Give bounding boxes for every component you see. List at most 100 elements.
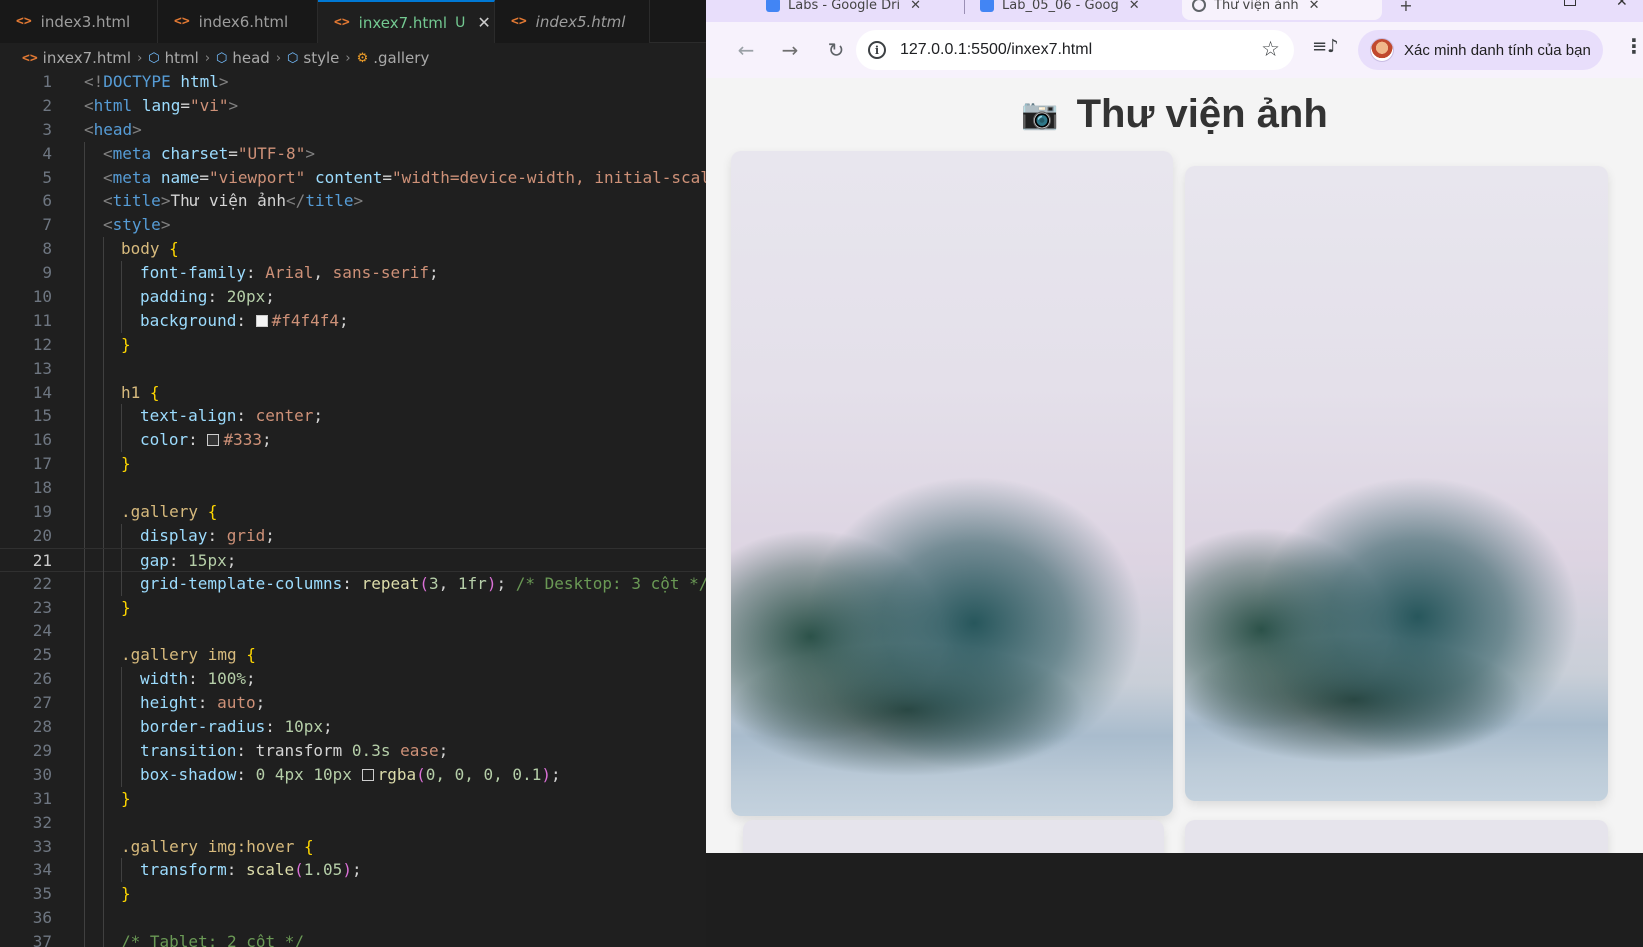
window-close-icon[interactable]: ✕ xyxy=(1616,0,1628,10)
line-number: 8 xyxy=(42,239,52,259)
code-token: ; xyxy=(323,717,333,737)
arrow-right-icon[interactable]: → xyxy=(776,36,804,64)
code-line: 8 body { xyxy=(0,237,706,262)
code-token: border-radius xyxy=(140,717,266,737)
color-swatch[interactable] xyxy=(361,768,374,781)
code-token: : xyxy=(207,525,227,545)
line-number: 31 xyxy=(32,788,52,808)
browser-tab-labs[interactable]: Labs - Google Dri ✕ xyxy=(756,0,956,20)
breadcrumb-item-gallery[interactable]: .gallery xyxy=(373,49,429,67)
close-tab-icon[interactable]: ✕ xyxy=(1309,0,1320,13)
code-token: } xyxy=(121,884,131,904)
code-token: ; xyxy=(550,764,561,784)
code-token: "vi" xyxy=(189,95,229,115)
code-token: transition xyxy=(140,740,237,760)
line-number: 14 xyxy=(32,382,52,402)
line-number: 12 xyxy=(32,334,52,354)
code-token: ) xyxy=(541,764,551,784)
gallery-image[interactable] xyxy=(1185,166,1608,801)
line-number: 18 xyxy=(32,478,52,498)
code-line: 1 <!DOCTYPE html> xyxy=(0,70,706,94)
code-token: = xyxy=(180,95,190,115)
docs-favicon-icon xyxy=(980,0,994,12)
kebab-menu-icon[interactable]: ⋮ xyxy=(1624,34,1643,58)
code-editor: <> index3.html <> index6.html <> inxex7.… xyxy=(0,0,706,947)
breadcrumb-item-style[interactable]: style xyxy=(303,49,339,67)
code-comment: /* Desktop: 3 cột */ xyxy=(515,573,706,593)
code-line: 13 xyxy=(0,356,706,381)
color-swatch[interactable] xyxy=(207,434,220,447)
globe-favicon-icon xyxy=(1192,0,1206,12)
line-number: 20 xyxy=(32,525,52,545)
media-controls-icon[interactable]: ≡♪ xyxy=(1312,36,1339,57)
code-token: { xyxy=(149,382,160,402)
code-token: { xyxy=(246,645,256,665)
scrollbar[interactable] xyxy=(1637,78,1643,853)
code-token: : xyxy=(188,430,208,450)
code-token: : xyxy=(236,406,256,426)
line-number: 26 xyxy=(32,669,52,689)
html-file-icon: <> xyxy=(334,15,350,30)
breadcrumb-item-file[interactable]: inxex7.html xyxy=(43,49,131,67)
line-number: 25 xyxy=(32,645,52,665)
browser-tab-gallery[interactable]: Thư viện ảnh ✕ xyxy=(1182,0,1382,20)
code-area[interactable]: 1 <!DOCTYPE html> 2 <html lang="vi"> 3 <hea… xyxy=(0,70,706,947)
line-number: 29 xyxy=(32,740,52,760)
code-token: ; xyxy=(339,310,349,330)
code-token: ; xyxy=(429,263,439,283)
code-line: 33 .gallery img:hover { xyxy=(0,834,706,859)
breadcrumb-item-head[interactable]: head xyxy=(232,49,269,67)
code-token: rgba xyxy=(377,764,417,784)
line-number: 36 xyxy=(32,908,52,928)
tab-index6[interactable]: <> index6.html xyxy=(158,0,318,43)
address-bar[interactable]: i 127.0.0.1:5500/inxex7.html ☆ xyxy=(856,30,1294,70)
arrow-left-icon[interactable]: ← xyxy=(732,36,760,64)
code-token: ; xyxy=(496,573,516,593)
code-line: 10 padding: 20px; xyxy=(0,285,706,309)
code-line: 24 xyxy=(0,619,706,644)
line-number: 15 xyxy=(32,406,52,426)
reload-icon[interactable]: ↻ xyxy=(822,36,850,64)
maximize-icon[interactable] xyxy=(1564,0,1576,6)
code-token: DOCTYPE xyxy=(103,72,171,91)
close-tab-icon[interactable]: ✕ xyxy=(477,13,490,32)
profile-button[interactable]: Xác minh danh tính của bạn xyxy=(1358,30,1603,70)
color-swatch[interactable] xyxy=(255,314,268,327)
cube-icon: ⬡ xyxy=(216,50,228,66)
gallery-image[interactable] xyxy=(1185,820,1608,853)
close-tab-icon[interactable]: ✕ xyxy=(1129,0,1140,13)
line-number: 6 xyxy=(42,191,52,211)
line-number: 5 xyxy=(42,167,52,187)
code-token: name xyxy=(160,167,200,187)
code-token: transform xyxy=(140,860,227,880)
star-icon[interactable]: ☆ xyxy=(1261,37,1280,61)
html-file-icon: <> xyxy=(16,14,32,29)
browser-toolbar: ← → ↻ i 127.0.0.1:5500/inxex7.html ☆ ≡♪ … xyxy=(706,22,1643,78)
line-number: 34 xyxy=(32,860,52,880)
breadcrumb-item-html[interactable]: html xyxy=(165,49,199,67)
gallery-image[interactable] xyxy=(743,820,1164,853)
code-token: : xyxy=(236,310,256,330)
code-line: 7 <style> xyxy=(0,213,706,238)
line-number: 37 xyxy=(32,932,52,947)
close-tab-icon[interactable]: ✕ xyxy=(910,0,921,13)
code-token: charset xyxy=(160,143,229,163)
code-line: 34 transform: scale(1.05); xyxy=(0,858,706,883)
browser-tab-lab0506[interactable]: Lab_05_06 - Goog ✕ xyxy=(970,0,1170,20)
tab-inxex7[interactable]: <> inxex7.html U ✕ xyxy=(318,0,495,43)
code-token: lang xyxy=(141,95,181,115)
url-text[interactable]: 127.0.0.1:5500/inxex7.html xyxy=(900,41,1092,59)
chevron-right-icon: › xyxy=(345,50,351,66)
tab-index3[interactable]: <> index3.html xyxy=(0,0,158,43)
code-token: padding xyxy=(140,287,208,307)
code-token: } xyxy=(121,334,131,354)
code-line: 27 height: auto; xyxy=(0,691,706,716)
gallery-image[interactable] xyxy=(731,151,1173,816)
info-icon[interactable]: i xyxy=(868,41,886,59)
tab-index5[interactable]: <> index5.html xyxy=(495,0,650,43)
code-line: 11 background: #f4f4f4; xyxy=(0,308,706,333)
code-token: = xyxy=(199,167,209,187)
new-tab-button[interactable]: + xyxy=(1394,0,1418,20)
breadcrumb: <> inxex7.html › ⬡ html › ⬡ head › ⬡ sty… xyxy=(0,43,706,73)
code-line: 37 /* Tablet: 2 cột */ xyxy=(0,930,706,947)
